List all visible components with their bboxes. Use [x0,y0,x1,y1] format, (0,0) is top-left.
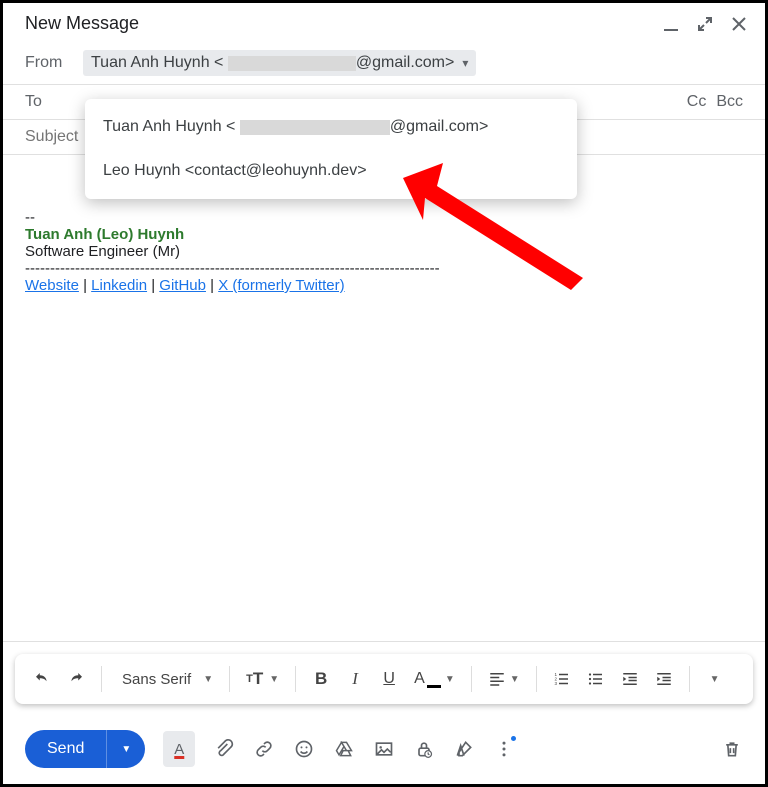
trash-icon[interactable] [721,738,743,760]
from-name: Tuan Anh Huynh [91,54,210,72]
bulleted-list-button[interactable] [581,662,611,696]
indent-more-button[interactable] [649,662,679,696]
align-button[interactable]: ▼ [482,662,526,696]
separator [101,666,102,692]
redacted-email [228,56,356,71]
attach-icon[interactable] [213,738,235,760]
font-size-button[interactable]: TT ▼ [240,662,285,696]
drive-icon[interactable] [333,738,355,760]
send-options-button[interactable]: ▼ [106,730,145,768]
signature-role: Software Engineer (Mr) [25,243,743,260]
compose-window: New Message From Tuan Anh Huynh < @gmail… [0,0,768,787]
link-linkedin[interactable]: Linkedin [91,277,147,294]
signature-dashes: -- [25,209,743,226]
separator [471,666,472,692]
notification-dot [511,736,516,741]
send-button-group: Send ▼ [25,730,145,768]
format-toolbar: Sans Serif ▼ TT ▼ B I U A ▼ ▼ 123 ▼ [15,654,753,704]
separator [689,666,690,692]
bottom-bar: Send ▼ A [3,714,765,784]
font-family-selector[interactable]: Sans Serif ▼ [112,662,219,696]
indent-less-button[interactable] [615,662,645,696]
signature-links: Website | Linkedin | GitHub | X (formerl… [25,277,743,294]
send-button[interactable]: Send [25,730,106,768]
chevron-down-icon: ▼ [445,674,455,685]
divider [3,641,765,642]
chevron-down-icon: ▼ [203,674,213,685]
chevron-down-icon: ▾ [462,56,468,70]
undo-button[interactable] [27,662,57,696]
more-formatting-button[interactable]: ▼ [700,662,730,696]
numbered-list-button[interactable]: 123 [547,662,577,696]
from-row: From Tuan Anh Huynh < @gmail.com> ▾ [3,42,765,84]
titlebar-actions [663,16,747,32]
from-suffix: @gmail.com> [356,54,455,72]
redo-button[interactable] [61,662,91,696]
minimize-icon[interactable] [663,16,679,32]
separator [536,666,537,692]
from-selector[interactable]: Tuan Anh Huynh < @gmail.com> ▾ [83,50,476,76]
underline-button[interactable]: U [374,662,404,696]
link-website[interactable]: Website [25,277,79,294]
close-icon[interactable] [731,16,747,32]
separator [295,666,296,692]
link-icon[interactable] [253,738,275,760]
bold-button[interactable]: B [306,662,336,696]
titlebar: New Message [3,3,765,42]
link-github[interactable]: GitHub [159,277,206,294]
to-label: To [25,93,83,111]
image-icon[interactable] [373,738,395,760]
bcc-button[interactable]: Bcc [716,93,743,111]
more-options-icon[interactable] [493,738,515,760]
svg-text:3: 3 [554,681,557,686]
link-twitter[interactable]: X (formerly Twitter) [218,277,344,294]
from-option-1[interactable]: Leo Huynh <contact@leohuynh.dev> [85,149,577,193]
signature-hr: ----------------------------------------… [25,260,743,277]
text-format-toggle[interactable]: A [163,731,195,767]
from-label: From [25,54,83,72]
italic-button[interactable]: I [340,662,370,696]
emoji-icon[interactable] [293,738,315,760]
signature-name: Tuan Anh (Leo) Huynh [25,226,743,243]
chevron-down-icon: ▼ [510,674,520,685]
from-option-0[interactable]: Tuan Anh Huynh < @gmail.com> [85,105,577,149]
expand-icon[interactable] [697,16,713,32]
from-dropdown: Tuan Anh Huynh < @gmail.com> Leo Huynh <… [85,99,577,199]
chevron-down-icon: ▼ [121,744,131,755]
chevron-down-icon: ▼ [269,674,279,685]
window-title: New Message [25,13,139,34]
confidential-icon[interactable] [413,738,435,760]
cc-button[interactable]: Cc [687,93,707,111]
text-color-button[interactable]: A ▼ [408,662,461,696]
redacted-email [240,120,390,135]
signature-icon[interactable] [453,738,475,760]
separator [229,666,230,692]
email-body[interactable]: -- Tuan Anh (Leo) Huynh Software Enginee… [3,155,765,575]
